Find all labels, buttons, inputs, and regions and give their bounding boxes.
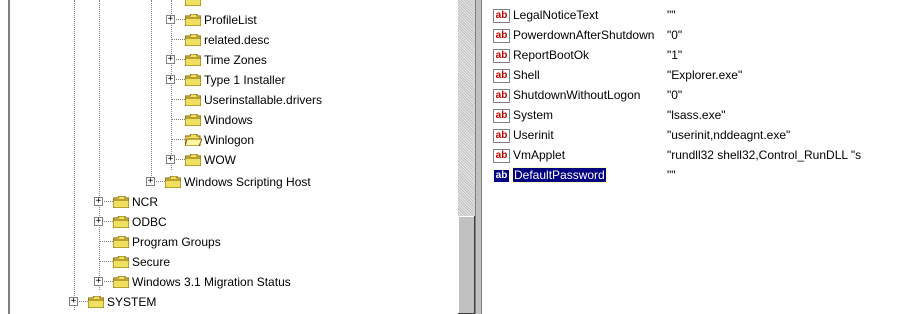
- tree-connector: [171, 0, 172, 170]
- tree-item-label: SYSTEM: [107, 295, 157, 309]
- tree-item-label: Winlogon: [204, 133, 255, 147]
- tree-connector: [74, 0, 75, 310]
- string-value-icon: ab: [493, 169, 510, 183]
- tree-connector: [171, 99, 185, 100]
- tree-connector: [151, 0, 152, 186]
- tree-connector: [171, 139, 185, 140]
- expand-icon[interactable]: +: [146, 177, 155, 186]
- folder-icon: [112, 215, 130, 229]
- pane-splitter[interactable]: [475, 0, 482, 314]
- folder-icon: [112, 195, 130, 209]
- value-name: LegalNoticeText: [513, 8, 599, 22]
- expand-icon[interactable]: +: [94, 217, 103, 226]
- folder-icon: [184, 113, 202, 127]
- tree-item-label: Windows: [204, 113, 253, 127]
- folder-icon: [87, 295, 105, 309]
- value-data: "0": [667, 88, 683, 102]
- string-value-icon: ab: [493, 129, 510, 143]
- tree-item-label: Program Groups: [132, 235, 221, 249]
- expand-icon[interactable]: +: [166, 55, 175, 64]
- expand-icon[interactable]: +: [166, 15, 175, 24]
- folder-icon: [184, 93, 202, 107]
- tree-item-label: related.desc: [204, 33, 270, 47]
- tree-connector: [171, 39, 185, 40]
- open-folder-icon: [184, 133, 203, 147]
- value-name: DefaultPassword: [512, 167, 607, 183]
- expand-icon[interactable]: +: [94, 197, 103, 206]
- tree-item-label: Windows 3.1 Migration Status: [132, 275, 291, 289]
- string-value-icon: ab: [493, 49, 510, 63]
- tree-item-label: Type 1 Installer: [204, 73, 286, 87]
- folder-icon: [184, 73, 202, 87]
- string-value-icon: ab: [493, 149, 510, 163]
- folder-icon: [184, 0, 202, 7]
- value-name: System: [513, 108, 554, 122]
- expand-icon[interactable]: +: [69, 297, 78, 306]
- value-data: "userinit,nddeagnt.exe": [667, 128, 791, 142]
- value-data: "": [667, 168, 676, 182]
- expand-icon[interactable]: +: [166, 155, 175, 164]
- string-value-icon: ab: [493, 69, 510, 83]
- expand-icon[interactable]: +: [166, 75, 175, 84]
- tree-item-label: NCR: [132, 195, 158, 209]
- folder-icon: [112, 275, 130, 289]
- value-data: "lsass.exe": [667, 108, 726, 122]
- value-name: Userinit: [513, 128, 554, 142]
- registry-values-list[interactable]: ab LegalNoticeText "" ab PowerdownAfterShutd…: [482, 0, 903, 314]
- folder-icon: [184, 13, 202, 27]
- tree-connector: [99, 241, 113, 242]
- folder-icon: [164, 175, 182, 189]
- folder-icon: [112, 255, 130, 269]
- value-data: "Explorer.exe": [667, 68, 743, 82]
- tree-left-border: [8, 0, 10, 314]
- value-name: ReportBootOk: [513, 48, 590, 62]
- value-name: Shell: [513, 68, 540, 82]
- string-value-icon: ab: [493, 9, 510, 23]
- tree-item-label: Time Zones: [204, 53, 267, 67]
- tree-item-label: ODBC: [132, 215, 167, 229]
- tree-connector: [99, 261, 113, 262]
- value-data: "1": [667, 48, 683, 62]
- tree-item-label: WOW: [204, 153, 236, 167]
- scrollbar-thumb[interactable]: [458, 216, 475, 314]
- value-name: VmApplet: [513, 148, 566, 162]
- value-name: ShutdownWithoutLogon: [513, 88, 641, 102]
- tree-item-label: Secure: [132, 255, 171, 269]
- folder-icon: [184, 53, 202, 67]
- string-value-icon: ab: [493, 109, 510, 123]
- tree-item-label: Windows Scripting Host: [184, 175, 311, 189]
- value-data: "rundll32 shell32,Control_RunDLL "s: [667, 148, 862, 162]
- value-name: PowerdownAfterShutdown: [513, 28, 655, 42]
- folder-icon: [184, 33, 202, 47]
- tree-item-label: ProfileList: [204, 13, 257, 27]
- tree-vertical-scrollbar[interactable]: [458, 0, 475, 314]
- tree-connector: [171, 119, 185, 120]
- tree-item-label: Userinstallable.drivers: [204, 93, 323, 107]
- folder-icon: [184, 153, 202, 167]
- expand-icon[interactable]: +: [94, 277, 103, 286]
- value-data: "": [667, 8, 676, 22]
- registry-key-tree[interactable]: + ProfileList related.desc + Time Zones + Type…: [0, 0, 458, 314]
- string-value-icon: ab: [493, 29, 510, 43]
- string-value-icon: ab: [493, 89, 510, 103]
- tree-connector: [99, 0, 100, 290]
- folder-icon: [112, 235, 130, 249]
- value-data: "0": [667, 28, 683, 42]
